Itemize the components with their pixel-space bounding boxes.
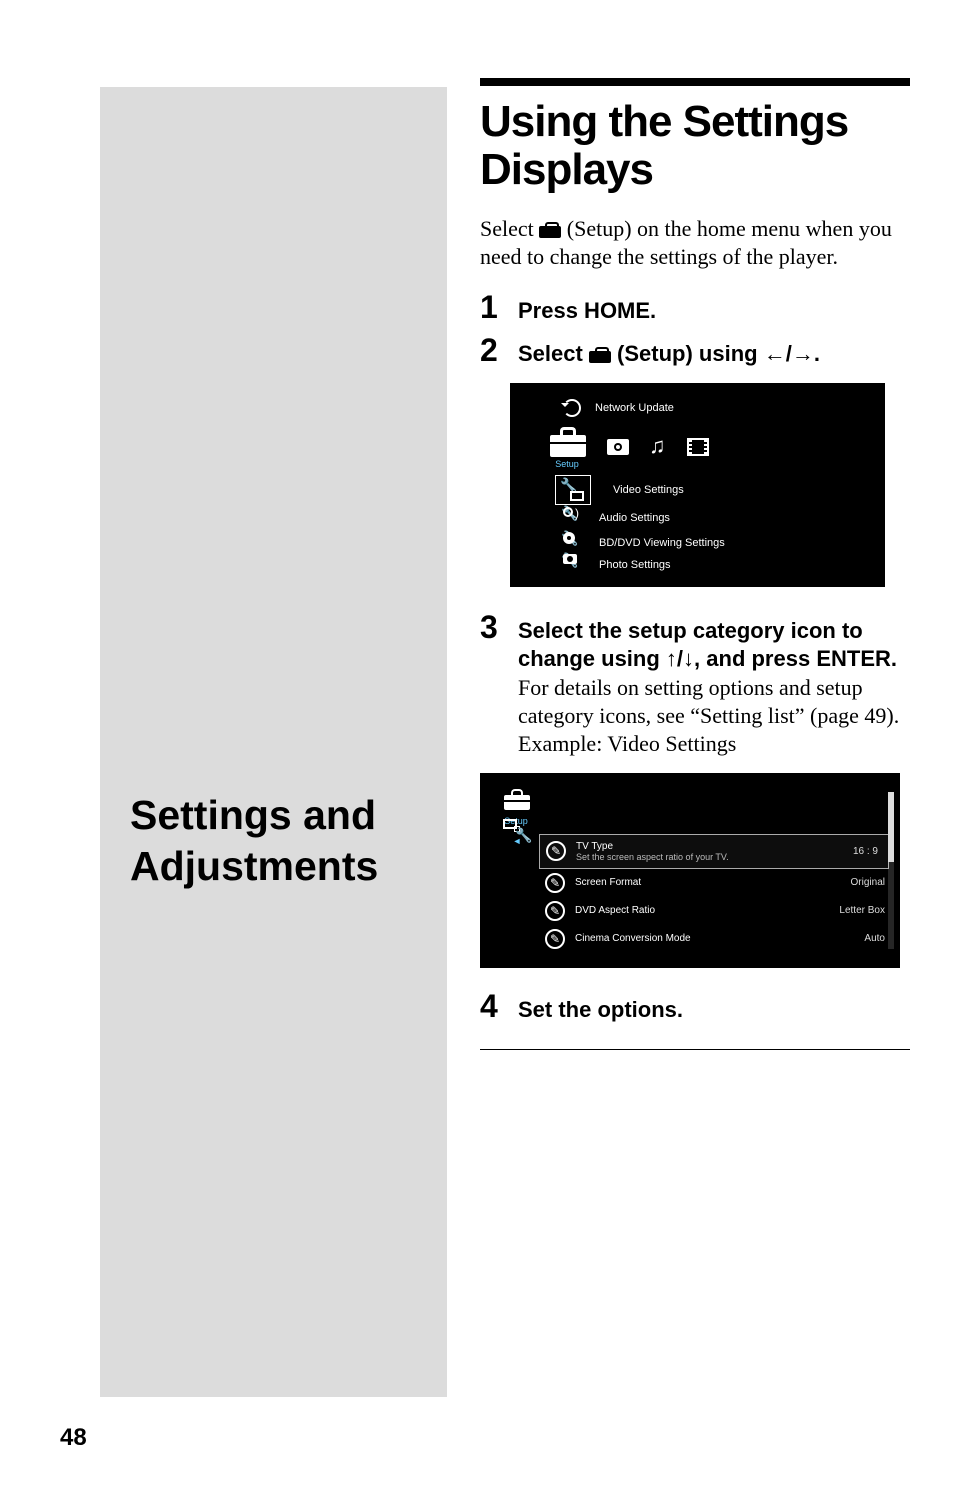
photo-settings-icon: 🔧 bbox=[563, 554, 585, 576]
menu-label: Network Update bbox=[595, 402, 674, 414]
step-number: 2 bbox=[480, 332, 504, 369]
step-number: 1 bbox=[480, 289, 504, 326]
step-3-label: Select the setup category icon to change… bbox=[518, 617, 910, 672]
home-menu-screenshot: Network Update Setup 🔧 bbox=[510, 383, 885, 587]
edit-icon: ✎ bbox=[545, 901, 565, 921]
video-settings-screenshot: Setup 🔧 ◄ ✎ TV Type Set the screen aspe bbox=[480, 773, 900, 968]
setup-label: Setup bbox=[548, 459, 586, 469]
setting-sublabel: Set the screen aspect ratio of your TV. bbox=[576, 852, 843, 862]
setting-value: Letter Box bbox=[839, 905, 885, 916]
up-down-arrows-icon: ↑/↓ bbox=[666, 646, 694, 671]
setting-row-dvd-aspect: ✎ DVD Aspect Ratio Letter Box bbox=[545, 897, 889, 925]
page-title-line1: Using the Settings bbox=[480, 97, 848, 146]
setup-icon bbox=[539, 222, 561, 238]
music-category-icon bbox=[649, 437, 667, 457]
edit-icon: ✎ bbox=[546, 841, 566, 861]
setting-value: Auto bbox=[864, 933, 885, 944]
section-title: Settings and Adjustments bbox=[130, 790, 378, 893]
step-number: 3 bbox=[480, 609, 504, 646]
menu-item-photo-settings: 🔧 Photo Settings bbox=[563, 554, 868, 576]
setting-label: Cinema Conversion Mode bbox=[575, 933, 854, 944]
left-panel bbox=[100, 87, 447, 1397]
menu-label: Audio Settings bbox=[599, 512, 670, 524]
page: Settings and Adjustments Using the Setti… bbox=[0, 0, 954, 1486]
step-number: 4 bbox=[480, 988, 504, 1025]
edit-icon: ✎ bbox=[545, 873, 565, 893]
lead-part1: Select bbox=[480, 216, 539, 241]
setting-row-cinema-conversion: ✎ Cinema Conversion Mode Auto bbox=[545, 925, 889, 953]
update-icon bbox=[563, 399, 581, 417]
step-2-part2: (Setup) using bbox=[611, 341, 764, 366]
heading-rule bbox=[480, 78, 910, 86]
menu-item-audio-settings: 🔧 Audio Settings bbox=[563, 504, 868, 532]
video-category-icon bbox=[687, 438, 709, 456]
audio-settings-icon: 🔧 bbox=[563, 507, 585, 529]
step-3-desc1: For details on setting options and setup… bbox=[518, 674, 910, 730]
setup-icon bbox=[589, 347, 611, 363]
menu-item-network-update: Network Update bbox=[563, 394, 868, 422]
step-2-part3: . bbox=[814, 341, 820, 366]
page-title-line2: Displays bbox=[480, 145, 653, 194]
left-right-arrows-icon: ←/→ bbox=[764, 341, 814, 366]
page-title: Using the Settings Displays bbox=[480, 98, 910, 195]
menu-item-video-settings: 🔧 Video Settings bbox=[563, 476, 868, 504]
step-3-part2: , and press ENTER. bbox=[694, 646, 897, 671]
step-1: 1 Press HOME. bbox=[480, 289, 910, 326]
setting-value: 16 : 9 bbox=[853, 846, 878, 857]
lead-paragraph: Select (Setup) on the home menu when you… bbox=[480, 215, 910, 271]
category-side-list: 🔧 ◄ bbox=[495, 826, 539, 846]
setting-row-screen-format: ✎ Screen Format Original bbox=[545, 869, 889, 897]
setting-value: Original bbox=[851, 877, 885, 888]
menu-label: Video Settings bbox=[613, 484, 684, 496]
step-4-label: Set the options. bbox=[518, 996, 910, 1024]
step-2-part1: Select bbox=[518, 341, 589, 366]
page-number: 48 bbox=[60, 1424, 87, 1452]
bd-dvd-settings-icon: 🔧 bbox=[563, 532, 585, 554]
step-4: 4 Set the options. bbox=[480, 988, 910, 1025]
setting-label: DVD Aspect Ratio bbox=[575, 905, 829, 916]
section-bottom-rule bbox=[480, 1049, 910, 1050]
menu-label: Photo Settings bbox=[599, 559, 671, 571]
step-1-label: Press HOME. bbox=[518, 297, 910, 325]
section-title-line1: Settings and bbox=[130, 792, 376, 838]
photo-category-icon bbox=[607, 439, 629, 455]
scrollbar bbox=[888, 792, 894, 949]
setup-category-icon bbox=[550, 425, 586, 457]
setting-label: Screen Format bbox=[575, 877, 841, 888]
menu-item-bd-dvd-settings: 🔧 BD/DVD Viewing Settings bbox=[563, 532, 868, 554]
setting-row-tv-type: ✎ TV Type Set the screen aspect ratio of… bbox=[539, 834, 889, 869]
edit-icon: ✎ bbox=[545, 929, 565, 949]
menu-label: BD/DVD Viewing Settings bbox=[599, 537, 725, 549]
video-settings-icon: 🔧 bbox=[562, 479, 584, 501]
content-column: Using the Settings Displays Select (Setu… bbox=[480, 78, 910, 1050]
step-3: 3 Select the setup category icon to chan… bbox=[480, 609, 910, 758]
step-2: 2 Select (Setup) using ←/→. bbox=[480, 332, 910, 369]
category-strip: Setup bbox=[549, 422, 868, 472]
setup-category-icon bbox=[504, 788, 530, 810]
step-2-label: Select (Setup) using ←/→. bbox=[518, 340, 910, 368]
setting-label: TV Type bbox=[576, 841, 613, 852]
step-3-desc2: Example: Video Settings bbox=[518, 730, 910, 758]
section-title-line2: Adjustments bbox=[130, 843, 378, 889]
